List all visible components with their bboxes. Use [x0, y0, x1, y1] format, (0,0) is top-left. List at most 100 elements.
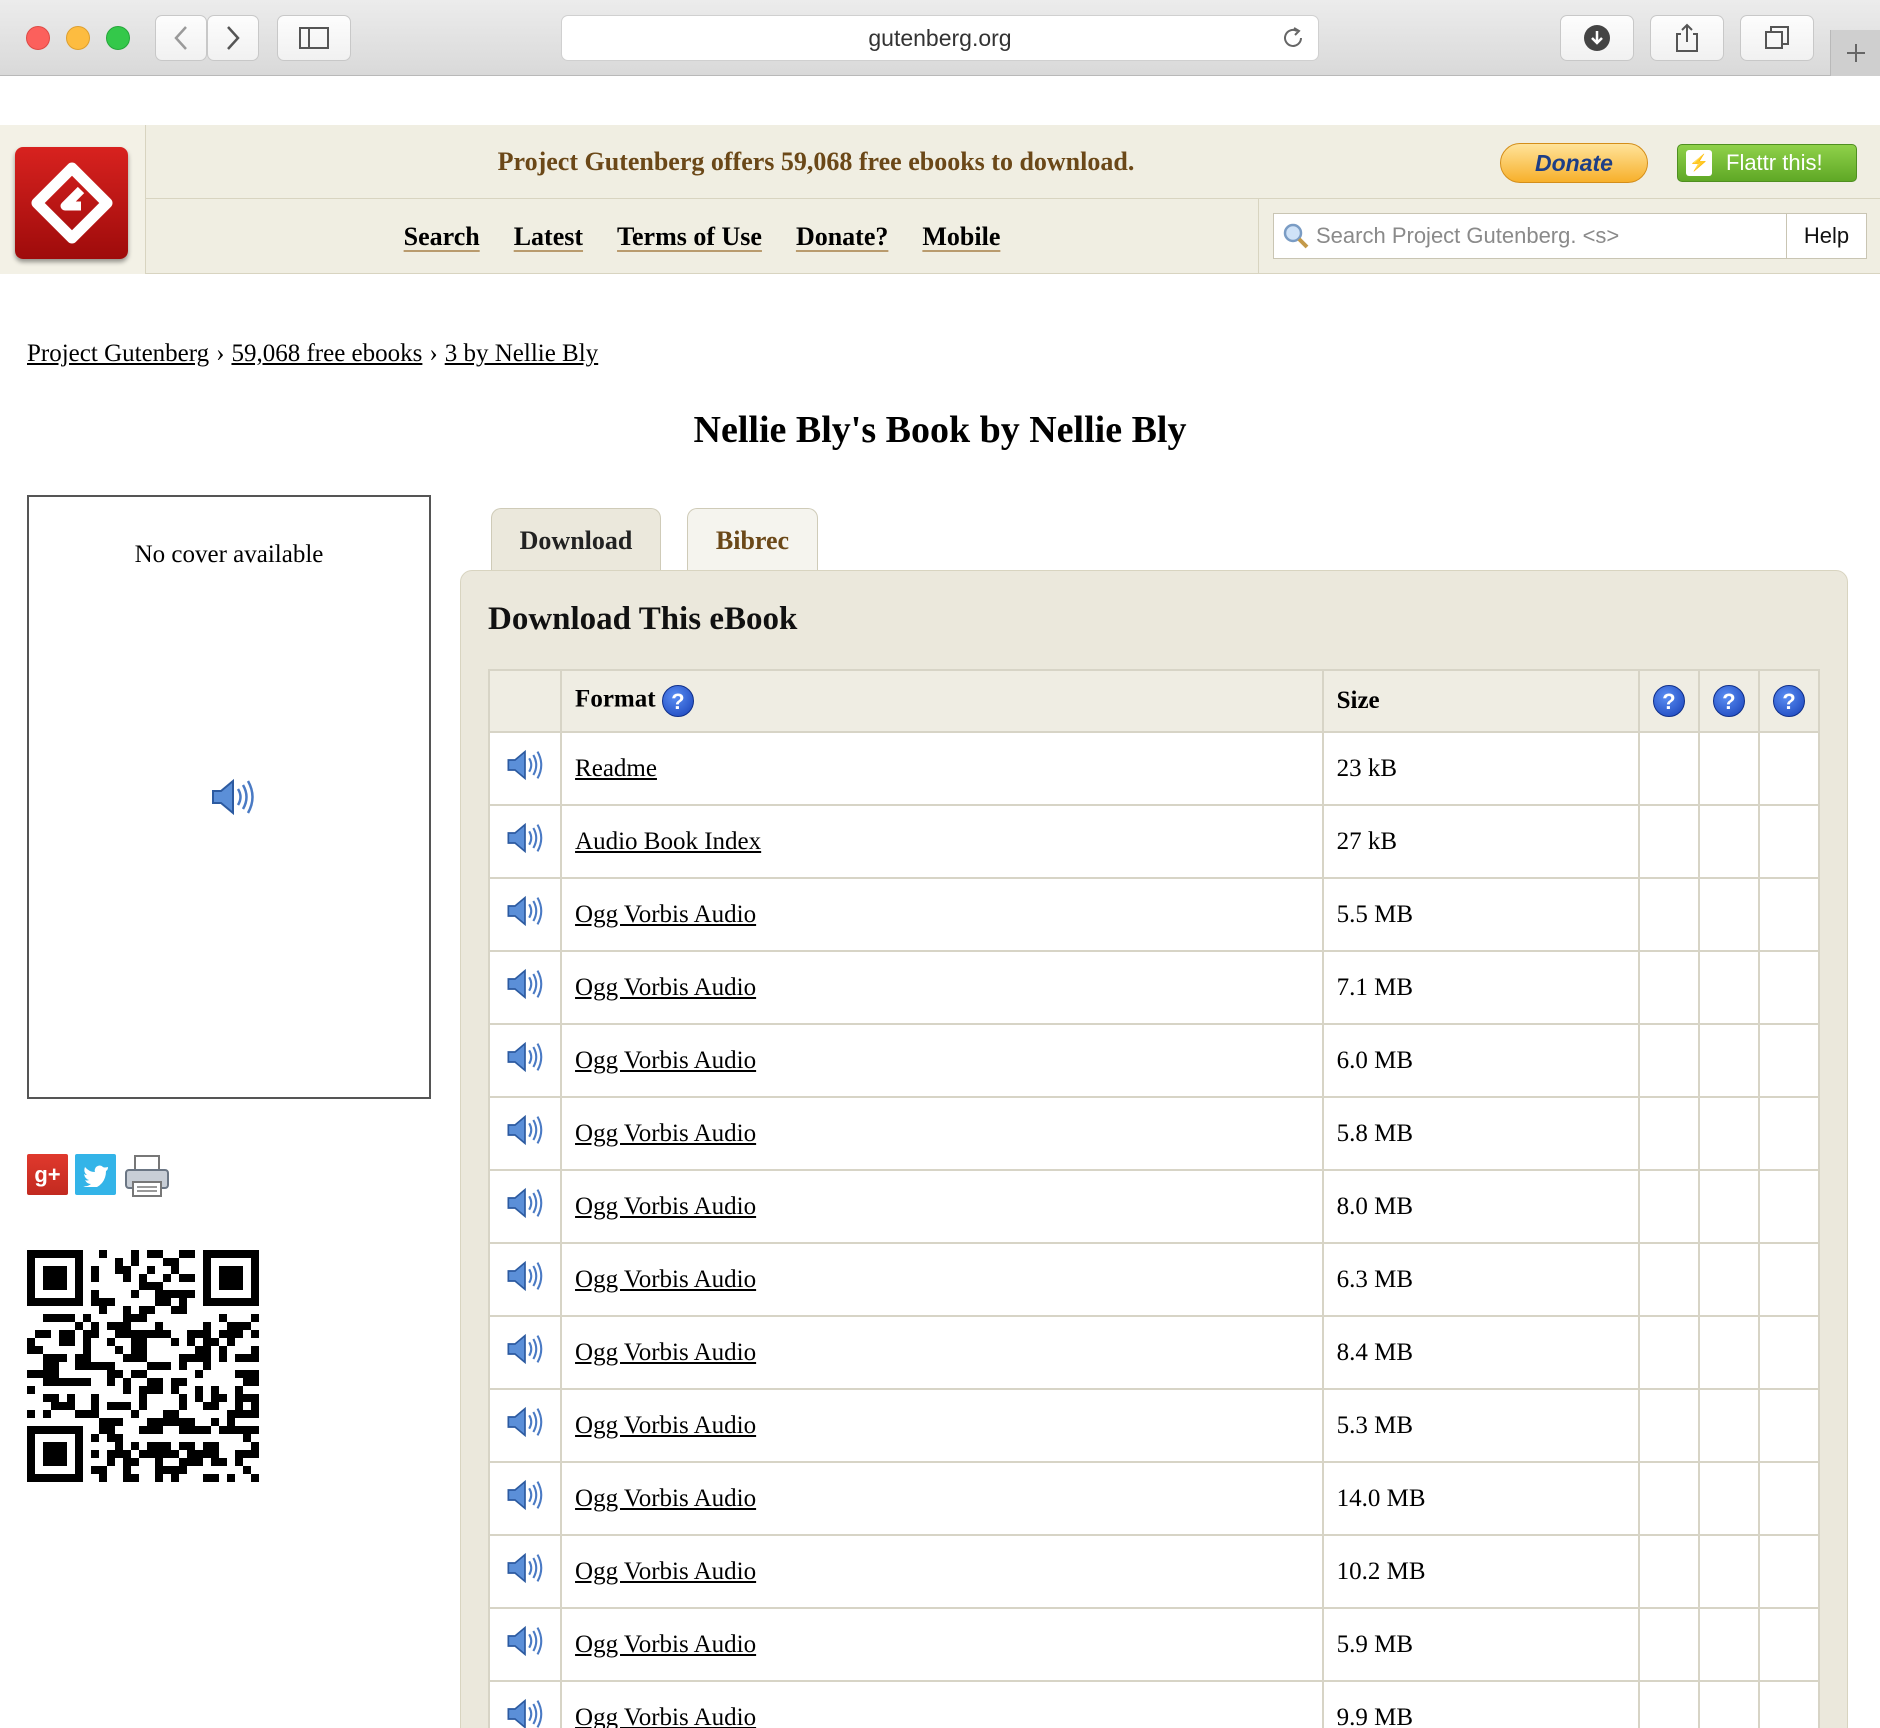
format-link[interactable]: Readme: [575, 755, 657, 782]
nav-terms-of-use[interactable]: Terms of Use: [617, 222, 762, 252]
reload-icon[interactable]: [1280, 25, 1306, 57]
flattr-button[interactable]: ⚡ Flattr this!: [1677, 144, 1857, 182]
new-tab-button[interactable]: [1830, 30, 1880, 76]
table-row: Ogg Vorbis Audio 9.9 MB: [487, 1680, 1821, 1728]
speaker-icon: [505, 1406, 545, 1445]
help-column-header: ?: [1757, 669, 1821, 733]
format-link[interactable]: Ogg Vorbis Audio: [575, 901, 756, 928]
table-row: Ogg Vorbis Audio 5.5 MB: [487, 877, 1821, 952]
address-bar[interactable]: gutenberg.org: [561, 15, 1319, 61]
size-cell: 5.3 MB: [1321, 1388, 1640, 1463]
sidebar-icon: [299, 27, 329, 49]
table-row: Ogg Vorbis Audio 8.4 MB: [487, 1315, 1821, 1390]
extra-cell: [1757, 1680, 1821, 1728]
extra-cell: [1697, 1242, 1760, 1317]
help-icon[interactable]: ?: [1712, 685, 1745, 717]
logo-icon: [31, 162, 112, 244]
search-cell: Help: [1258, 199, 1880, 274]
zoom-window-button[interactable]: [106, 26, 130, 50]
size-cell: 8.4 MB: [1321, 1315, 1640, 1390]
audio-icon-cell: [487, 1680, 563, 1728]
size-column-header: Size: [1321, 669, 1640, 733]
format-link[interactable]: Ogg Vorbis Audio: [575, 1339, 756, 1366]
extra-cell: [1757, 731, 1821, 806]
format-link[interactable]: Ogg Vorbis Audio: [575, 1193, 756, 1220]
print-icon[interactable]: [123, 1154, 171, 1198]
format-link[interactable]: Ogg Vorbis Audio: [575, 1047, 756, 1074]
breadcrumb-author[interactable]: 3 by Nellie Bly: [445, 340, 598, 367]
help-button[interactable]: Help: [1787, 213, 1867, 259]
help-icon[interactable]: ?: [1772, 685, 1805, 717]
tabs-icon: [1765, 26, 1789, 49]
help-column-header: ?: [1637, 669, 1700, 733]
format-cell: Ogg Vorbis Audio: [560, 1023, 1324, 1098]
extra-cell: [1637, 1680, 1700, 1728]
nav-mobile[interactable]: Mobile: [922, 222, 1000, 252]
paypal-donate-button[interactable]: Donate: [1500, 143, 1648, 183]
nav-donate[interactable]: Donate?: [796, 222, 888, 252]
format-link[interactable]: Ogg Vorbis Audio: [575, 1266, 756, 1293]
speaker-icon: [505, 1333, 545, 1372]
audio-icon-cell: [487, 1388, 563, 1463]
table-row: Ogg Vorbis Audio 5.9 MB: [487, 1607, 1821, 1682]
size-cell: 27 kB: [1321, 804, 1640, 879]
tabs-overview-button[interactable]: [1740, 15, 1814, 61]
sidebar-button[interactable]: [277, 15, 351, 61]
main-nav: Search Latest Terms of Use Donate? Mobil…: [146, 199, 1258, 274]
format-link[interactable]: Ogg Vorbis Audio: [575, 1631, 756, 1658]
format-link[interactable]: Ogg Vorbis Audio: [575, 1558, 756, 1585]
audio-icon-cell: [487, 1607, 563, 1682]
breadcrumb-home[interactable]: Project Gutenberg: [27, 340, 209, 367]
downloads-button[interactable]: [1560, 15, 1634, 61]
share-button[interactable]: [1650, 15, 1724, 61]
url-text: gutenberg.org: [868, 24, 1012, 51]
format-link[interactable]: Ogg Vorbis Audio: [575, 1704, 756, 1728]
nav-latest[interactable]: Latest: [514, 222, 583, 252]
panel-title: Download This eBook: [488, 601, 798, 637]
format-link[interactable]: Audio Book Index: [575, 828, 761, 855]
tab-bibrec[interactable]: Bibrec: [687, 508, 818, 572]
format-link[interactable]: Ogg Vorbis Audio: [575, 1120, 756, 1147]
tab-download[interactable]: Download: [491, 508, 661, 572]
extra-cell: [1697, 1680, 1760, 1728]
no-cover-text: No cover available: [134, 541, 324, 568]
back-button[interactable]: [155, 15, 207, 61]
extra-cell: [1697, 1169, 1760, 1244]
format-link[interactable]: Ogg Vorbis Audio: [575, 1485, 756, 1512]
close-window-button[interactable]: [26, 26, 50, 50]
flattr-icon: ⚡: [1686, 150, 1712, 176]
audio-icon-cell: [487, 1169, 563, 1244]
breadcrumb-free-ebooks[interactable]: 59,068 free ebooks: [231, 340, 422, 367]
extra-cell: [1757, 1607, 1821, 1682]
extra-cell: [1697, 731, 1760, 806]
forward-button[interactable]: [207, 15, 259, 61]
breadcrumb-separator: ›: [216, 340, 225, 367]
extra-cell: [1697, 1461, 1760, 1536]
speaker-icon: [505, 1552, 545, 1591]
format-link[interactable]: Ogg Vorbis Audio: [575, 1412, 756, 1439]
format-link[interactable]: Ogg Vorbis Audio: [575, 974, 756, 1001]
audio-icon-cell: [487, 950, 563, 1025]
extra-cell: [1757, 804, 1821, 879]
audio-icon-cell: [487, 1242, 563, 1317]
twitter-icon[interactable]: [75, 1154, 116, 1195]
size-cell: 9.9 MB: [1321, 1680, 1640, 1728]
nav-search[interactable]: Search: [404, 222, 480, 252]
format-cell: Ogg Vorbis Audio: [560, 1534, 1324, 1609]
help-column-header: ?: [1697, 669, 1760, 733]
project-gutenberg-logo[interactable]: [15, 147, 128, 259]
share-links: g+: [27, 1154, 171, 1198]
page-title: Nellie Bly's Book by Nellie Bly: [693, 409, 1187, 451]
google-plus-icon[interactable]: g+: [27, 1154, 68, 1195]
extra-cell: [1697, 877, 1760, 952]
browser-toolbar: gutenberg.org: [0, 0, 1880, 76]
search-input[interactable]: [1316, 223, 1776, 249]
share-icon: [1676, 23, 1698, 52]
format-cell: Ogg Vorbis Audio: [560, 950, 1324, 1025]
minimize-window-button[interactable]: [66, 26, 90, 50]
format-help-icon[interactable]: ?: [661, 685, 694, 717]
table-header-row: Format ? Size ? ? ?: [487, 669, 1821, 733]
free-ebooks-message: Project Gutenberg offers 59,068 free ebo…: [497, 147, 1135, 176]
audio-icon-cell: [487, 1023, 563, 1098]
help-icon[interactable]: ?: [1652, 685, 1685, 717]
